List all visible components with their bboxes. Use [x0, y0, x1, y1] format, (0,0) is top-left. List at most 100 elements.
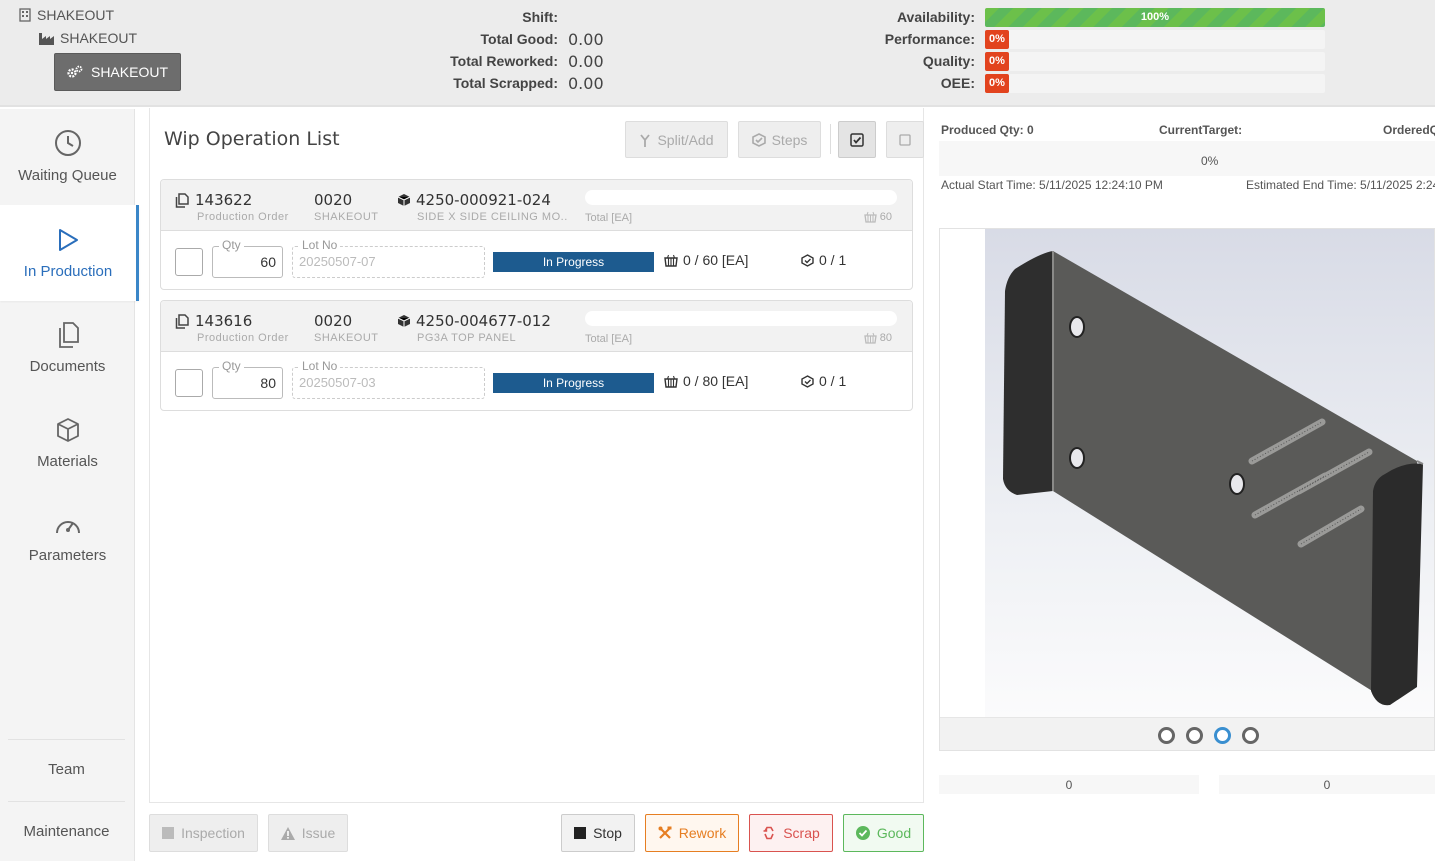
breadcrumb-site[interactable]: SHAKEOUT — [19, 7, 114, 23]
gauge-icon — [55, 521, 80, 534]
basket-icon — [664, 375, 678, 388]
issue-label: Issue — [301, 825, 336, 841]
wip-card[interactable]: 143616 Production Order 0020 SHAKEOUT 42… — [160, 300, 913, 411]
operation-caption: SHAKEOUT — [314, 211, 379, 223]
row-checkbox[interactable] — [175, 369, 203, 397]
nav-waiting-queue[interactable]: Waiting Queue — [0, 109, 135, 204]
nav-label: In Production — [23, 262, 113, 280]
carousel-dot-active[interactable] — [1214, 727, 1231, 744]
qty-value: 60 — [260, 254, 276, 270]
order-number: 143622 — [175, 191, 252, 209]
part-number: 4250-004677-012 — [397, 312, 551, 330]
produced-text: 0 / 60 [EA] — [683, 252, 749, 268]
rework-label: Rework — [678, 825, 727, 841]
kpi-performance: Performance: 0% — [860, 29, 1336, 49]
operation-number: 0020 — [314, 191, 353, 209]
documents-icon — [58, 322, 79, 348]
qty-field[interactable]: Qty 60 — [212, 238, 283, 278]
nav-documents[interactable]: Documents — [0, 301, 135, 396]
split-add-button[interactable]: Split/Add — [625, 121, 728, 158]
production-progress-text: 0% — [1201, 154, 1219, 168]
qty-legend: Qty — [219, 359, 244, 373]
part-description: PG3A TOP PANEL — [417, 332, 517, 344]
issue-button[interactable]: Issue — [268, 814, 348, 852]
ordered-qty: OrderedQ — [1383, 123, 1435, 137]
carousel-dot[interactable] — [1242, 727, 1259, 744]
kpi-availability: Availability: 100% — [860, 7, 1336, 27]
kpi-label: OEE: — [940, 75, 975, 91]
status-badge: In Progress — [493, 373, 654, 393]
workstation-button[interactable]: SHAKEOUT — [54, 53, 181, 91]
part-image — [985, 229, 1434, 717]
order-text: 143622 — [195, 191, 253, 209]
total-qty-text: 60 — [879, 211, 892, 223]
part-number: 4250-000921-024 — [397, 191, 551, 209]
stat-total-scrapped: Total Scrapped: 0.00 — [400, 73, 604, 93]
nav-team[interactable]: Team — [8, 739, 125, 799]
good-button[interactable]: Good — [843, 814, 924, 852]
order-progress-bar — [585, 311, 897, 326]
cogs-icon — [67, 65, 83, 78]
basket-icon — [664, 254, 678, 267]
building-icon — [19, 8, 31, 22]
stop-button[interactable]: Stop — [561, 814, 635, 852]
nav-maintenance[interactable]: Maintenance — [8, 801, 125, 861]
wip-card-header: 143616 Production Order 0020 SHAKEOUT 42… — [161, 301, 912, 352]
basket-icon — [864, 332, 877, 344]
lot-placeholder: 20250507-07 — [299, 254, 376, 269]
total-scrapped-value: 0.00 — [568, 73, 604, 93]
breadcrumb-area[interactable]: SHAKEOUT — [39, 30, 137, 46]
current-target: CurrentTarget: — [1159, 123, 1243, 137]
lot-legend: Lot No — [299, 238, 341, 252]
order-doc-icon — [175, 192, 189, 208]
carousel-dot[interactable] — [1158, 727, 1175, 744]
bracket-part-image — [1003, 251, 1424, 706]
warning-icon — [280, 826, 295, 840]
carousel-dot[interactable] — [1186, 727, 1203, 744]
nav-materials[interactable]: Materials — [0, 396, 135, 491]
panel-title: Wip Operation List — [164, 128, 340, 150]
part-text: 4250-000921-024 — [416, 191, 551, 209]
scrap-button[interactable]: Scrap — [749, 814, 833, 852]
part-image-viewer[interactable] — [939, 228, 1435, 751]
inspection-label: Inspection — [181, 825, 245, 841]
wip-card[interactable]: 143622 Production Order 0020 SHAKEOUT 42… — [160, 179, 913, 290]
site-label: SHAKEOUT — [37, 7, 115, 23]
select-all-button[interactable] — [838, 121, 876, 158]
carousel-bar — [940, 717, 1434, 750]
steps-button[interactable]: Steps — [738, 121, 821, 158]
kpi-fill: 100% — [985, 7, 1325, 27]
row-checkbox[interactable] — [175, 248, 203, 276]
kpi-label: Quality: — [922, 53, 975, 69]
steps-icon — [801, 374, 814, 388]
stat-total-good: Total Good: 0.00 — [400, 29, 604, 49]
wip-card-header: 143622 Production Order 0020 SHAKEOUT 42… — [161, 180, 912, 231]
rework-button[interactable]: Rework — [645, 814, 739, 852]
total-label: Total [EA] — [585, 333, 633, 345]
total-reworked-label: Total Reworked: — [450, 53, 558, 69]
qty-field[interactable]: Qty 80 — [212, 359, 283, 399]
deselect-all-button[interactable] — [886, 121, 924, 158]
inspection-icon — [162, 827, 175, 839]
inspection-button[interactable]: Inspection — [149, 814, 258, 852]
order-caption: Production Order — [197, 211, 289, 223]
operation-number: 0020 — [314, 312, 353, 330]
stat-shift: Shift: — [400, 7, 568, 27]
total-qty-text: 80 — [879, 332, 892, 344]
checkbox-checked-icon — [850, 132, 864, 147]
recycle-icon — [763, 826, 774, 840]
order-number: 143616 — [175, 312, 252, 330]
steps-icon — [751, 132, 766, 147]
nav-in-production[interactable]: In Production — [0, 205, 139, 301]
lot-field[interactable]: Lot No 20250507-03 — [292, 359, 485, 399]
order-text: 143616 — [195, 312, 253, 330]
shift-label: Shift: — [522, 9, 558, 25]
production-progress-bar — [939, 141, 1435, 176]
stat-total-reworked: Total Reworked: 0.00 — [400, 51, 604, 71]
lot-field[interactable]: Lot No 20250507-07 — [292, 238, 485, 278]
split-icon — [640, 133, 651, 147]
steps-text: 0 / 1 — [819, 373, 847, 389]
area-label: SHAKEOUT — [60, 30, 138, 46]
nav-parameters[interactable]: Parameters — [0, 491, 135, 586]
order-caption: Production Order — [197, 332, 289, 344]
